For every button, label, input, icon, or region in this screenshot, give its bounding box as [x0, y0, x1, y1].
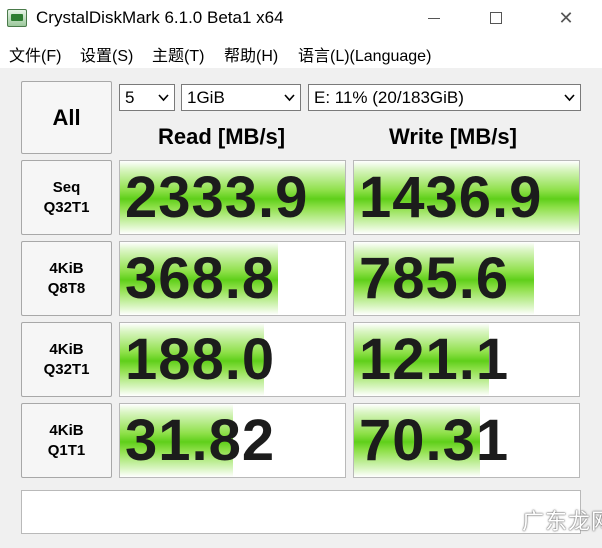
read-result-value: 188.0 — [125, 327, 276, 392]
read-result-value: 368.8 — [125, 246, 276, 311]
test-4kib-q32t1-button[interactable]: 4KiB Q32T1 — [21, 322, 112, 397]
menu-help[interactable]: 帮助(H) — [224, 42, 278, 66]
comment-field[interactable] — [21, 490, 581, 534]
title-bar: CrystalDiskMark 6.1.0 Beta1 x64 ✕ — [0, 0, 602, 36]
read-result-cell: 188.0 — [119, 322, 346, 397]
test-label-line1: 4KiB — [49, 421, 84, 439]
menu-file[interactable]: 文件(F) — [9, 42, 61, 66]
maximize-icon — [490, 12, 502, 24]
run-all-button[interactable]: All — [21, 81, 112, 154]
read-result-value: 31.82 — [125, 408, 276, 473]
write-result-value: 70.31 — [359, 408, 510, 473]
write-column-header: Write [MB/s] — [389, 124, 517, 149]
write-result-value: 785.6 — [359, 246, 510, 311]
write-result-value: 121.1 — [359, 327, 510, 392]
write-result-value: 1436.9 — [359, 165, 543, 230]
test-count-select[interactable]: 5 — [119, 84, 175, 111]
test-label-line2: Q1T1 — [47, 441, 86, 459]
test-label-line2: Q8T8 — [47, 279, 86, 297]
write-result-cell: 70.31 — [353, 403, 580, 478]
read-result-cell: 31.82 — [119, 403, 346, 478]
test-label-line2: Q32T1 — [43, 360, 90, 378]
menu-bar: 文件(F) 设置(S) 主题(T) 帮助(H) 语言(L)(Language) — [0, 38, 602, 66]
menu-language[interactable]: 语言(L)(Language) — [298, 42, 431, 66]
app-icon — [7, 9, 27, 27]
test-label-line2: Q32T1 — [43, 198, 90, 216]
read-result-value: 2333.9 — [125, 165, 309, 230]
drive-select[interactable]: E: 11% (20/183GiB) — [308, 84, 581, 111]
read-column-header: Read [MB/s] — [158, 124, 286, 149]
watermark: 广东龙网 — [522, 510, 602, 535]
menu-settings[interactable]: 设置(S) — [80, 42, 133, 66]
maximize-button[interactable] — [473, 0, 519, 36]
close-icon: ✕ — [558, 7, 574, 28]
write-result-cell: 121.1 — [353, 322, 580, 397]
menu-theme[interactable]: 主题(T) — [152, 42, 204, 66]
write-result-cell: 1436.9 — [353, 160, 580, 235]
chevron-down-icon — [158, 94, 169, 102]
drive-value: E: 11% (20/183GiB) — [314, 88, 464, 107]
minimize-icon — [428, 17, 440, 19]
minimize-button[interactable] — [411, 0, 457, 36]
read-result-cell: 2333.9 — [119, 160, 346, 235]
write-result-cell: 785.6 — [353, 241, 580, 316]
chevron-down-icon — [284, 94, 295, 102]
window-title: CrystalDiskMark 6.1.0 Beta1 x64 — [36, 8, 284, 27]
test-size-value: 1GiB — [187, 88, 225, 107]
chevron-down-icon — [564, 94, 575, 102]
test-label-line1: Seq — [52, 178, 81, 196]
test-label-line1: 4KiB — [49, 340, 84, 358]
read-result-cell: 368.8 — [119, 241, 346, 316]
test-size-select[interactable]: 1GiB — [181, 84, 301, 111]
close-button[interactable]: ✕ — [543, 0, 589, 36]
test-seq-q32t1-button[interactable]: Seq Q32T1 — [21, 160, 112, 235]
test-4kib-q8t8-button[interactable]: 4KiB Q8T8 — [21, 241, 112, 316]
test-4kib-q1t1-button[interactable]: 4KiB Q1T1 — [21, 403, 112, 478]
test-count-value: 5 — [125, 88, 135, 107]
test-label-line1: 4KiB — [49, 259, 84, 277]
